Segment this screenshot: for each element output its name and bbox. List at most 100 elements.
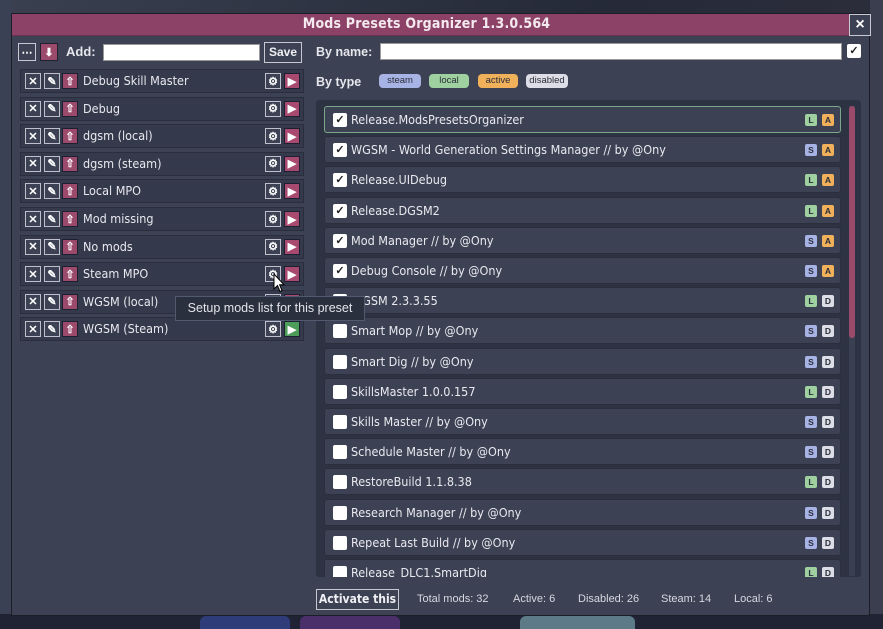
edit-icon[interactable]: ✎ [44, 155, 60, 172]
mod-row[interactable]: ✓ Mod Manager // by @Ony S A [324, 226, 841, 254]
preset-row[interactable]: ✕ ✎ ⇧ Steam MPO ⚙ ▶ [20, 262, 304, 287]
delete-icon[interactable]: ✕ [25, 266, 41, 283]
edit-icon[interactable]: ✎ [44, 238, 60, 255]
preset-row[interactable]: ✕ ✎ ⇧ Mod missing ⚙ ▶ [20, 207, 304, 231]
gear-icon[interactable]: ⚙ [265, 73, 281, 89]
delete-icon[interactable]: ✕ [25, 155, 41, 172]
play-icon[interactable]: ▶ [284, 128, 300, 145]
mods-scrollbar[interactable] [849, 106, 855, 576]
mod-checkbox[interactable] [333, 505, 347, 520]
preset-row[interactable]: ✕ ✎ ⇧ Debug ⚙ ▶ [20, 96, 304, 121]
delete-icon[interactable]: ✕ [25, 211, 41, 227]
mod-row[interactable]: Skills Master // by @Ony S D [324, 408, 841, 435]
play-icon[interactable]: ▶ [284, 211, 300, 227]
mod-row[interactable]: ✓ WGSM - World Generation Settings Manage… [324, 136, 841, 164]
preset-row[interactable]: ✕ ✎ ⇧ Local MPO ⚙ ▶ [20, 179, 304, 204]
upload-icon[interactable]: ⇧ [62, 183, 78, 200]
play-icon[interactable]: ▶ [284, 266, 300, 283]
mod-row[interactable]: SkillsMaster 1.0.0.157 L D [324, 377, 841, 405]
delete-icon[interactable]: ✕ [25, 128, 41, 145]
window-titlebar[interactable]: Mods Presets Organizer 1.3.0.564 × [12, 14, 871, 36]
preset-row[interactable]: ✕ ✎ ⇧ No mods ⚙ ▶ [20, 234, 304, 259]
mod-checkbox[interactable] [333, 535, 347, 550]
mod-row[interactable]: Smart Dig // by @Ony S D [324, 347, 841, 375]
gear-icon[interactable]: ⚙ [265, 321, 281, 338]
upload-icon[interactable]: ⇧ [62, 321, 78, 338]
mod-checkbox[interactable]: ✓ [333, 173, 347, 188]
edit-icon[interactable]: ✎ [44, 211, 60, 227]
mod-row[interactable]: Smart Mop // by @Ony S D [324, 317, 841, 345]
mod-row[interactable]: ✓ Release.UIDebug L A [324, 166, 841, 194]
mod-row[interactable]: ✓ Release.DGSM2 L A [324, 196, 841, 224]
close-button[interactable]: × [849, 14, 871, 36]
mod-row[interactable]: Release_DLC1.SmartDig L D [324, 559, 841, 577]
filter-disabled-tag[interactable]: disabled [526, 74, 568, 88]
mod-row[interactable]: RestoreBuild 1.1.8.38 L D [324, 468, 841, 496]
gear-icon[interactable]: ⚙ [265, 183, 281, 200]
gear-icon[interactable]: ⚙ [265, 100, 281, 117]
gear-icon[interactable]: ⚙ [265, 155, 281, 172]
gear-icon[interactable]: ⚙ [265, 128, 281, 145]
mod-checkbox[interactable] [333, 324, 347, 339]
delete-icon[interactable]: ✕ [25, 321, 41, 338]
mod-row[interactable]: Research Manager // by @Ony S D [324, 498, 841, 526]
mod-checkbox[interactable] [333, 354, 347, 369]
by-name-checkbox[interactable]: ✓ [847, 44, 861, 58]
upload-icon[interactable]: ⇧ [62, 100, 78, 117]
play-icon[interactable]: ▶ [284, 238, 300, 255]
delete-icon[interactable]: ✕ [25, 293, 41, 310]
upload-icon[interactable]: ⇧ [62, 73, 78, 89]
filter-active-tag[interactable]: active [478, 74, 518, 88]
edit-icon[interactable]: ✎ [44, 293, 60, 310]
upload-icon[interactable]: ⇧ [62, 128, 78, 145]
edit-icon[interactable]: ✎ [44, 321, 60, 338]
mod-checkbox[interactable]: ✓ [333, 233, 347, 248]
mod-checkbox[interactable] [333, 384, 347, 399]
upload-icon[interactable]: ⇧ [62, 155, 78, 172]
play-icon[interactable]: ▶ [284, 73, 300, 89]
upload-icon[interactable]: ⇧ [62, 238, 78, 255]
filter-local-tag[interactable]: local [429, 74, 469, 88]
gear-icon[interactable]: ⚙ [265, 238, 281, 255]
play-icon[interactable]: ▶ [284, 183, 300, 200]
mod-checkbox[interactable]: ✓ [333, 264, 347, 278]
filter-steam-tag[interactable]: steam [379, 74, 421, 88]
mod-checkbox[interactable] [333, 566, 347, 577]
play-icon[interactable]: ▶ [284, 321, 300, 338]
mod-row[interactable]: ✓ Release.ModsPresetsOrganizer L A [324, 106, 841, 133]
mod-row[interactable]: Schedule Master // by @Ony S D [324, 438, 841, 466]
delete-icon[interactable]: ✕ [25, 183, 41, 200]
mod-row[interactable]: WGSM 2.3.3.55 L D [324, 287, 841, 315]
mod-checkbox[interactable]: ✓ [333, 203, 347, 218]
delete-icon[interactable]: ✕ [25, 238, 41, 255]
edit-icon[interactable]: ✎ [44, 100, 60, 117]
delete-icon[interactable]: ✕ [25, 100, 41, 117]
upload-icon[interactable]: ⇧ [62, 293, 78, 310]
edit-icon[interactable]: ✎ [44, 128, 60, 145]
upload-icon[interactable]: ⇧ [62, 266, 78, 283]
mod-checkbox[interactable] [333, 445, 347, 460]
add-preset-input[interactable] [103, 44, 260, 61]
play-icon[interactable]: ▶ [284, 100, 300, 117]
mod-checkbox[interactable]: ✓ [333, 143, 347, 158]
more-options-icon[interactable]: ⋯ [18, 43, 36, 61]
mod-checkbox[interactable] [333, 475, 347, 490]
play-icon[interactable]: ▶ [284, 155, 300, 172]
mod-row[interactable]: ✓ Debug Console // by @Ony S A [324, 257, 841, 284]
preset-row[interactable]: ✕ ✎ ⇧ dgsm (steam) ⚙ ▶ [20, 151, 304, 176]
activate-button[interactable]: Activate this [316, 589, 399, 610]
edit-icon[interactable]: ✎ [44, 266, 60, 283]
mod-checkbox[interactable]: ✓ [333, 113, 347, 127]
mod-checkbox[interactable] [333, 415, 347, 429]
preset-row[interactable]: ✕ ✎ ⇧ dgsm (local) ⚙ ▶ [20, 124, 304, 149]
delete-icon[interactable]: ✕ [25, 73, 41, 89]
save-button[interactable]: Save [264, 42, 302, 63]
edit-icon[interactable]: ✎ [44, 183, 60, 200]
upload-icon[interactable]: ⇧ [62, 211, 78, 227]
preset-row[interactable]: ✕ ✎ ⇧ Debug Skill Master ⚙ ▶ [20, 69, 304, 93]
download-icon[interactable]: ⬇ [40, 43, 58, 61]
gear-icon[interactable]: ⚙ [265, 211, 281, 227]
by-name-input[interactable] [380, 43, 842, 60]
scrollbar-thumb[interactable] [849, 106, 855, 338]
edit-icon[interactable]: ✎ [44, 73, 60, 89]
